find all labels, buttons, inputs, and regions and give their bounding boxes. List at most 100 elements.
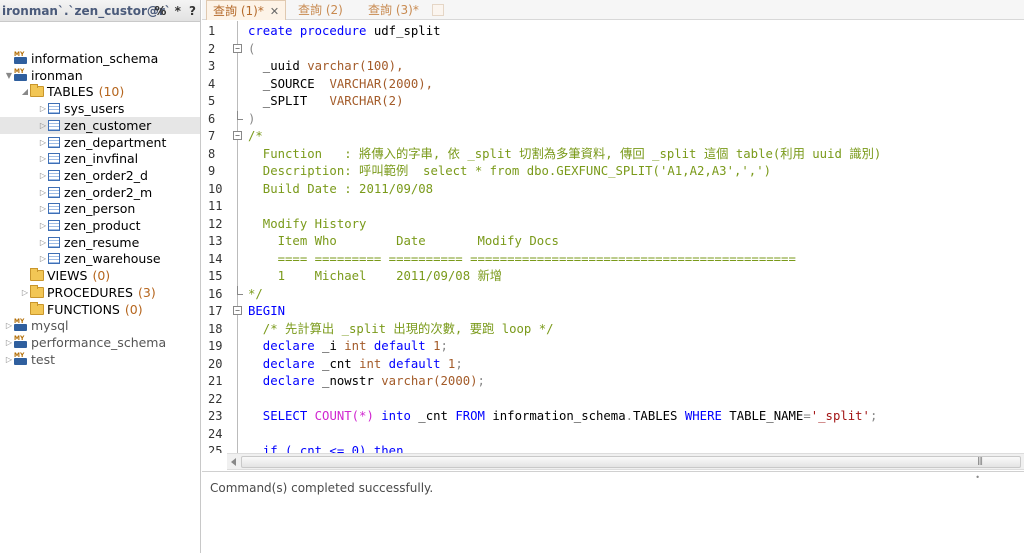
tab-query-2[interactable]: 查詢 (2) xyxy=(292,0,349,20)
scroll-left-icon[interactable] xyxy=(231,458,236,466)
tree-item-label: zen_invfinal xyxy=(64,151,139,167)
code-token: ==== ========= ========== ==============… xyxy=(248,251,796,266)
code-line: 8 Function : 將傳入的字串, 依 _split 切割為多筆資料, 傳… xyxy=(202,146,1024,164)
question-flag[interactable]: ? xyxy=(189,4,196,18)
horizontal-scrollbar[interactable]: ||| xyxy=(227,453,1024,470)
expander-icon[interactable]: ▷ xyxy=(20,284,30,301)
code-line: 11 xyxy=(202,198,1024,216)
expander-icon[interactable]: ▷ xyxy=(38,250,48,267)
tree-item-zen-resume[interactable]: ▷ zen_resume xyxy=(0,234,200,251)
code-token: _cnt xyxy=(410,409,456,423)
expander-icon[interactable]: ▷ xyxy=(38,217,48,234)
expander-icon[interactable]: ▼ xyxy=(4,67,14,84)
line-number: 17 xyxy=(208,304,223,318)
database-icon: MY xyxy=(14,68,27,82)
expander-icon[interactable]: ▷ xyxy=(38,167,48,184)
code-line: 17 − BEGIN xyxy=(202,303,1024,321)
tree-item-zen-order2-d[interactable]: ▷ zen_order2_d xyxy=(0,167,200,184)
expander-icon[interactable]: ▷ xyxy=(38,184,48,201)
table-icon xyxy=(48,103,60,115)
tree-item-zen-product[interactable]: ▷ zen_product xyxy=(0,217,200,234)
line-number: 12 xyxy=(208,216,223,231)
tree-item-label: performance_schema xyxy=(31,334,167,350)
code-token: ) xyxy=(248,111,256,126)
code-token: varchar(2000) xyxy=(381,374,478,388)
new-tab-button[interactable] xyxy=(432,4,444,16)
tree-item-zen-department[interactable]: ▷ zen_department xyxy=(0,134,200,151)
tree-item-mysql[interactable]: ▷ MY mysql xyxy=(0,317,200,334)
expander-icon[interactable]: ▷ xyxy=(38,117,48,134)
item-count: (0) xyxy=(92,268,111,284)
tree-item-test[interactable]: ▷ MY test xyxy=(0,351,200,368)
tree-item-zen-person[interactable]: ▷ zen_person xyxy=(0,200,200,217)
expander-icon[interactable]: ▷ xyxy=(38,234,48,251)
expander-icon[interactable]: ▷ xyxy=(4,317,14,334)
code-line: 10 Build Date : 2011/09/08 xyxy=(202,181,1024,199)
tree-item-label: zen_order2_m xyxy=(64,184,153,200)
tree-item-tables[interactable]: ◢ TABLES (10) xyxy=(0,83,200,100)
collapse-icon[interactable]: − xyxy=(233,306,242,315)
tree-item-sys-users[interactable]: ▷ sys_users xyxy=(0,100,200,117)
close-icon[interactable]: ✕ xyxy=(270,5,279,18)
line-number: 23 xyxy=(208,409,223,423)
code-token: if ( cnt <= 0) then xyxy=(248,444,404,453)
collapse-icon[interactable]: − xyxy=(233,131,242,140)
tree-item-ironman[interactable]: ▼ MY ironman xyxy=(0,67,200,84)
database-icon: MY xyxy=(14,51,27,65)
line-number: 6 xyxy=(208,111,216,126)
line-number: 14 xyxy=(208,251,223,266)
code-token: declare xyxy=(248,356,315,371)
asterisk-flag[interactable]: * xyxy=(175,4,181,18)
expander-icon[interactable]: ◢ xyxy=(20,83,30,100)
expander-icon[interactable]: ▷ xyxy=(4,334,14,351)
table-icon xyxy=(48,153,60,165)
code-token: Modify History xyxy=(248,216,367,231)
collapse-icon[interactable]: − xyxy=(233,43,242,53)
tree-item-zen-invfinal[interactable]: ▷ zen_invfinal xyxy=(0,150,200,167)
code-token: ; xyxy=(440,339,448,353)
query-tabs: 查詢 (1)* ✕ 查詢 (2) 查詢 (3)* xyxy=(202,0,1024,20)
tree-item-label: ironman xyxy=(31,67,83,83)
tree-item-views[interactable]: VIEWS (0) xyxy=(0,267,200,284)
folder-icon xyxy=(30,301,44,315)
expander-icon[interactable]: ▷ xyxy=(38,134,48,151)
code-line: 21 declare _nowstr varchar(2000); xyxy=(202,373,1024,391)
folder-icon xyxy=(30,284,44,298)
code-token: declare xyxy=(248,374,315,388)
tree-item-zen-order2-m[interactable]: ▷ zen_order2_m xyxy=(0,184,200,201)
expander-icon[interactable]: ▷ xyxy=(38,200,48,217)
tree-item-zen-warehouse[interactable]: ▷ zen_warehouse xyxy=(0,250,200,267)
line-number: 21 xyxy=(208,374,223,388)
code-editor[interactable]: 1 create procedure udf_split 2−(3 _uuid va… xyxy=(202,21,1024,453)
tree-item-zen-customer[interactable]: ▷ zen_customer xyxy=(0,116,200,134)
code-token: _nowstr xyxy=(314,374,382,388)
line-number: 15 xyxy=(208,269,223,283)
code-line: 22 xyxy=(202,391,1024,409)
expander-icon[interactable]: ▷ xyxy=(38,100,48,117)
item-count: (0) xyxy=(124,301,143,317)
tab-query-3[interactable]: 查詢 (3)* xyxy=(362,0,425,20)
scroll-grip-icon: ||| xyxy=(977,456,983,465)
scroll-thumb[interactable] xyxy=(241,456,1021,468)
code-token: */ xyxy=(248,286,263,301)
tree-item-label: information_schema xyxy=(31,51,159,66)
percent-flag[interactable]: % xyxy=(154,4,166,18)
tab-label: 查詢 (3)* xyxy=(368,3,419,17)
tree-item-performance-schema[interactable]: ▷ MY performance_schema xyxy=(0,334,200,351)
tree-item-procedures[interactable]: ▷ PROCEDURES (3) xyxy=(0,284,200,301)
line-number: 11 xyxy=(208,199,223,213)
line-number: 8 xyxy=(208,146,216,161)
code-text: */ xyxy=(248,286,263,304)
expander-icon[interactable]: ▷ xyxy=(38,150,48,167)
tree-item-label: VIEWS xyxy=(47,268,88,284)
tree-item-functions[interactable]: FUNCTIONS (0) xyxy=(0,301,200,318)
code-line: 12 Modify History xyxy=(202,216,1024,234)
code-token: Item Who Date Modify Docs xyxy=(248,234,559,248)
connection-header[interactable]: ironman`.`zen_custor@r` % * ? xyxy=(0,0,200,22)
tab-query-1[interactable]: 查詢 (1)* ✕ xyxy=(206,0,287,20)
expander-icon[interactable]: ▷ xyxy=(4,351,14,368)
table-icon xyxy=(48,186,60,198)
tree-item-information-schema[interactable]: MY information_schema xyxy=(0,50,200,67)
code-token: _i xyxy=(314,339,345,353)
code-text: Item Who Date Modify Docs xyxy=(248,233,559,251)
